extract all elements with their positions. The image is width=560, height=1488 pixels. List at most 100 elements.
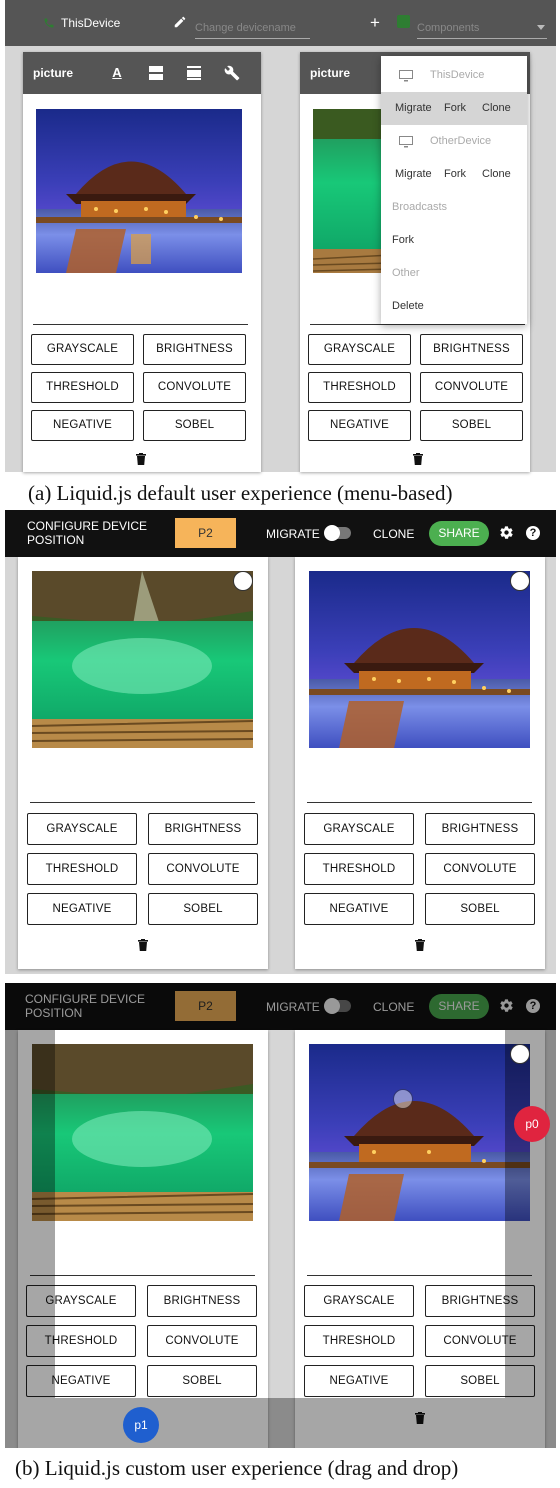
picture-card-left: GRAYSCALE BRIGHTNESS THRESHOLD CONVOLUTE NEG…: [18, 1030, 268, 1448]
configure-line-2: POSITION: [27, 533, 85, 547]
top-bar: CONFIGURE DEVICE POSITION P2 MIGRATE CLO…: [5, 510, 556, 557]
pencil-icon[interactable]: [173, 15, 187, 29]
delete-icon[interactable]: [136, 452, 146, 470]
share-label: SHARE: [438, 526, 480, 540]
add-button[interactable]: +: [370, 13, 380, 33]
filter-button-negative[interactable]: NEGATIVE: [31, 410, 134, 441]
filter-button-convolute[interactable]: CONVOLUTE: [420, 372, 523, 403]
position-label: P2: [198, 526, 213, 540]
caption-b: (b) Liquid.js custom user experience (dr…: [15, 1456, 459, 1480]
filter-button-negative[interactable]: NEGATIVE: [27, 893, 137, 925]
filter-button-grayscale[interactable]: GRAYSCALE: [304, 1285, 414, 1317]
broadcast-icon[interactable]: [510, 571, 530, 591]
filter-button-grayscale[interactable]: GRAYSCALE: [27, 813, 137, 845]
filter-button-convolute[interactable]: CONVOLUTE: [143, 372, 246, 403]
filter-button-brightness[interactable]: BRIGHTNESS: [420, 334, 523, 365]
menu-this-device: ThisDevice: [430, 69, 485, 81]
divider: [307, 1275, 532, 1276]
resort-photo: [309, 1044, 530, 1221]
menu-this-fork[interactable]: Fork: [444, 102, 466, 114]
migrate-label: MIGRATE: [266, 527, 320, 541]
broadcast-icon[interactable]: [510, 1044, 530, 1064]
filter-button-threshold[interactable]: THRESHOLD: [27, 853, 137, 885]
filter-button-negative[interactable]: NEGATIVE: [304, 1365, 414, 1397]
view-agenda-icon[interactable]: [149, 66, 163, 80]
resort-photo: [309, 571, 530, 748]
delete-icon[interactable]: [138, 938, 148, 956]
filter-button-grayscale[interactable]: GRAYSCALE: [31, 334, 134, 365]
filter-button-convolute[interactable]: CONVOLUTE: [147, 1325, 257, 1357]
broadcast-icon[interactable]: [233, 571, 253, 591]
card-header: picture A: [23, 52, 261, 94]
delete-icon[interactable]: [415, 938, 425, 956]
filter-button-sobel[interactable]: SOBEL: [420, 410, 523, 441]
filter-button-threshold[interactable]: THRESHOLD: [308, 372, 411, 403]
position-marker-p1[interactable]: p1: [123, 1407, 159, 1443]
filter-button-brightness[interactable]: BRIGHTNESS: [425, 813, 535, 845]
resort-photo: [36, 109, 242, 273]
position-button[interactable]: P2: [175, 518, 236, 548]
section-drag-state: CONFIGURE DEVICE POSITION P2 MIGRATE CLO…: [5, 983, 556, 1448]
filter-button-sobel[interactable]: SOBEL: [425, 893, 535, 925]
picture-card-left: GRAYSCALE BRIGHTNESS THRESHOLD CONVOLUTE NEG…: [18, 557, 268, 969]
divider: [307, 802, 532, 803]
share-button[interactable]: SHARE: [429, 521, 489, 546]
menu-other-label: Other: [392, 267, 420, 279]
section-custom-ux: CONFIGURE DEVICE POSITION P2 MIGRATE CLO…: [5, 510, 556, 974]
drag-overlay-top: [5, 983, 556, 1030]
help-icon[interactable]: ?: [526, 526, 540, 540]
delete-icon[interactable]: [413, 452, 423, 470]
filter-button-threshold[interactable]: THRESHOLD: [31, 372, 134, 403]
menu-delete[interactable]: Delete: [392, 300, 424, 312]
picture-card-left: picture A GRAYSCALE BRIGHTNESS THRESHOLD…: [23, 52, 261, 472]
device-name-placeholder: Change devicename: [195, 22, 296, 34]
device-name: ThisDevice: [61, 16, 121, 30]
section-default-ux: ThisDevice Change devicename + Component…: [5, 0, 556, 472]
divider: [30, 802, 255, 803]
lake-photo: [32, 1044, 253, 1221]
filter-button-threshold[interactable]: THRESHOLD: [304, 853, 414, 885]
menu-other-clone[interactable]: Clone: [482, 168, 511, 180]
position-marker-p0[interactable]: p0: [514, 1106, 550, 1142]
filter-button-sobel[interactable]: SOBEL: [148, 893, 258, 925]
clone-label[interactable]: CLONE: [373, 527, 414, 541]
migrate-toggle[interactable]: [324, 525, 351, 541]
menu-other-fork[interactable]: Fork: [444, 168, 466, 180]
phone-icon: [43, 16, 55, 28]
broadcast-icon[interactable]: [393, 1089, 413, 1109]
filter-button-threshold[interactable]: THRESHOLD: [304, 1325, 414, 1357]
device-name-field[interactable]: Change devicename: [195, 22, 310, 39]
configure-label: CONFIGURE DEVICE POSITION: [27, 519, 147, 547]
filter-button-brightness[interactable]: BRIGHTNESS: [148, 813, 258, 845]
wrench-icon[interactable]: [224, 65, 240, 81]
menu-broadcast-fork[interactable]: Fork: [392, 234, 414, 246]
menu-this-clone[interactable]: Clone: [482, 102, 511, 114]
menu-this-migrate[interactable]: Migrate: [395, 102, 432, 114]
component-context-menu: ThisDevice Migrate Fork Clone OtherDevic…: [381, 56, 527, 324]
filter-button-sobel[interactable]: SOBEL: [143, 410, 246, 441]
divider: [30, 1275, 255, 1276]
caption-a: (a) Liquid.js default user experience (m…: [28, 481, 453, 505]
components-select[interactable]: Components: [417, 22, 547, 39]
filter-button-brightness[interactable]: BRIGHTNESS: [143, 334, 246, 365]
filter-button-negative[interactable]: NEGATIVE: [304, 893, 414, 925]
drag-overlay-right: [505, 1030, 556, 1448]
filter-button-grayscale[interactable]: GRAYSCALE: [308, 334, 411, 365]
drag-overlay-left: [5, 1030, 55, 1448]
gear-icon[interactable]: [499, 525, 514, 545]
menu-other-migrate[interactable]: Migrate: [395, 168, 432, 180]
filter-button-brightness[interactable]: BRIGHTNESS: [147, 1285, 257, 1317]
filter-button-negative[interactable]: NEGATIVE: [308, 410, 411, 441]
top-app-bar: ThisDevice Change devicename + Component…: [5, 0, 556, 46]
filter-button-convolute[interactable]: CONVOLUTE: [425, 853, 535, 885]
filter-button-sobel[interactable]: SOBEL: [147, 1365, 257, 1397]
card-title: picture: [33, 66, 74, 80]
filter-button-convolute[interactable]: CONVOLUTE: [148, 853, 258, 885]
filter-button-grayscale[interactable]: GRAYSCALE: [304, 813, 414, 845]
monitor-icon: [399, 69, 413, 87]
card-title: picture: [310, 66, 351, 80]
monitor-icon: [399, 135, 413, 153]
lake-photo: [32, 571, 253, 748]
text-format-icon[interactable]: A: [110, 65, 124, 81]
view-day-icon[interactable]: [187, 66, 201, 80]
